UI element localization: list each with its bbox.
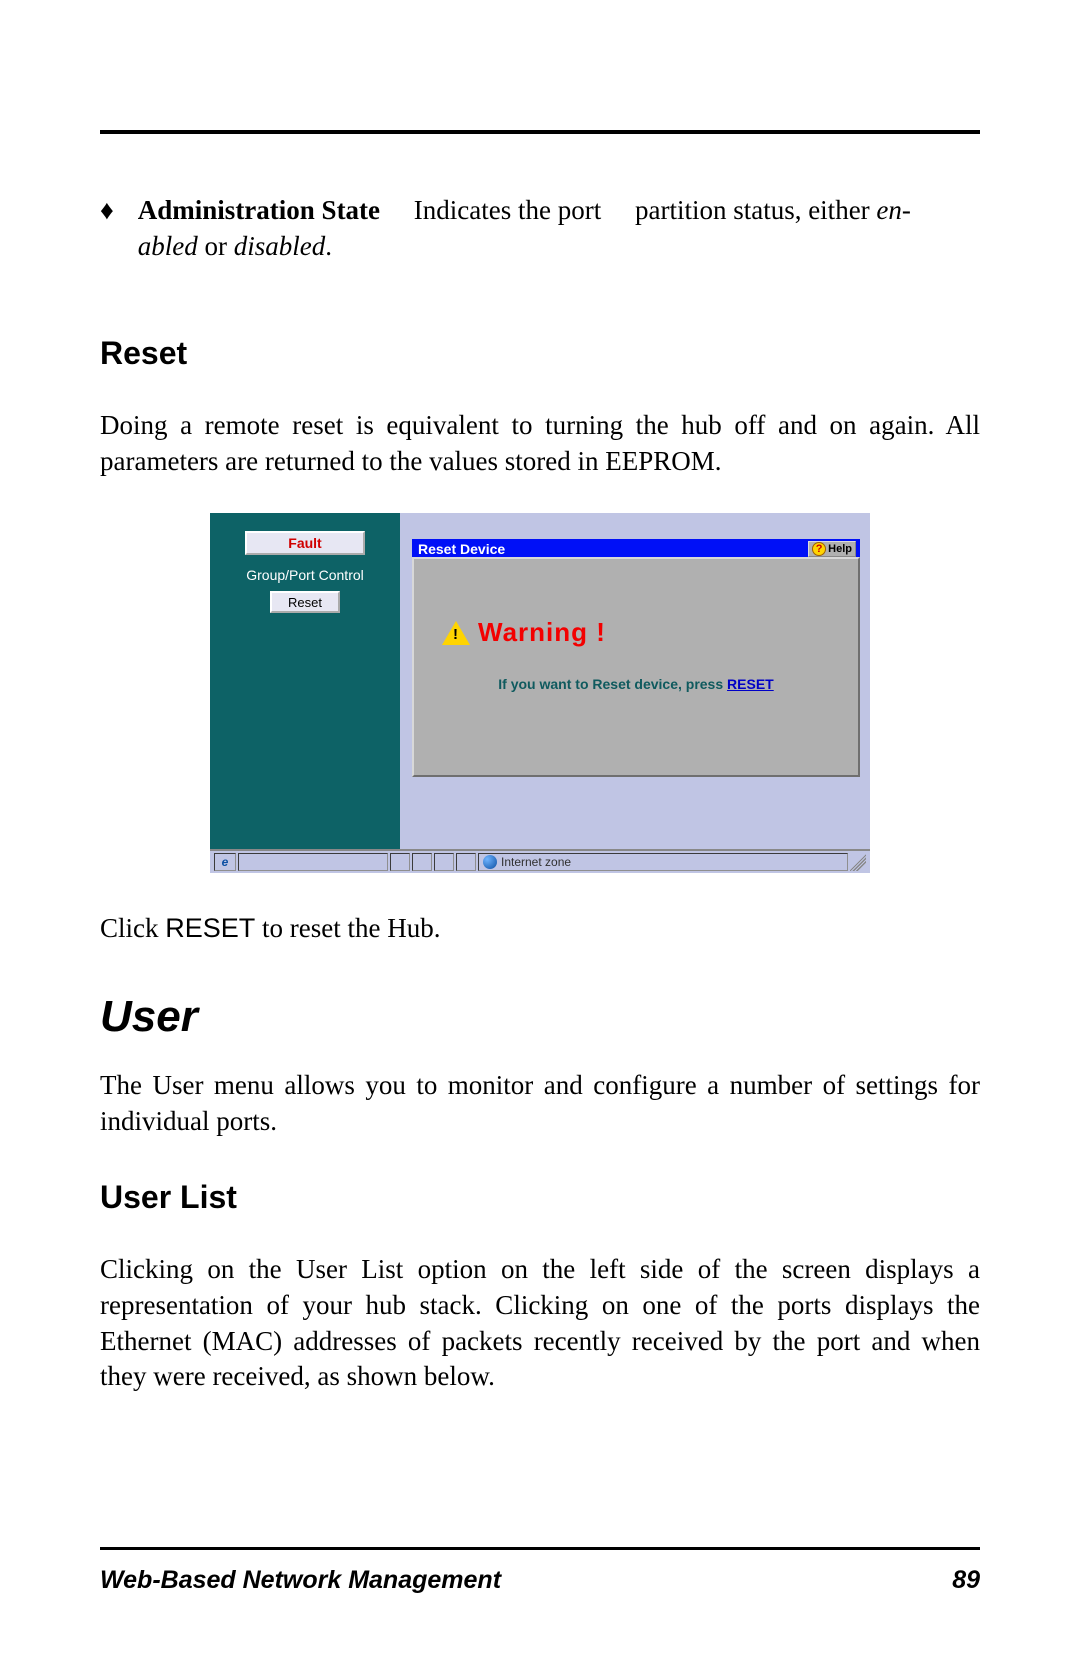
status-cell (456, 853, 476, 871)
reset-para: Doing a remote reset is equivalent to tu… (100, 408, 980, 479)
click-reset-line: Click RESET to reset the Hub. (100, 913, 980, 944)
bullet-text: Administration State Indicates the port … (138, 192, 980, 265)
heading-user-list: User List (100, 1179, 980, 1216)
bullet-item: ♦ Administration State Indicates the por… (100, 192, 980, 265)
panel-titlebar: Reset Device ? Help (412, 539, 860, 559)
click-reset-pre: Click (100, 913, 165, 943)
status-zone-text: Internet zone (501, 855, 571, 869)
top-rule (100, 130, 980, 134)
help-icon: ? (812, 542, 826, 556)
click-reset-post: to reset the Hub. (255, 913, 440, 943)
warning-text: Warning ! (478, 617, 606, 648)
status-cell (238, 853, 388, 871)
help-label: Help (828, 543, 852, 555)
app-main: Fault Group/Port Control Reset Reset Dev… (210, 513, 870, 849)
sidebar-reset-button[interactable]: Reset (270, 591, 340, 613)
bullet-em2: abled (138, 231, 198, 261)
status-bar: e Internet zone (210, 849, 870, 873)
bullet-or: or (198, 231, 234, 261)
bullet-mid: Indicates the port (414, 195, 601, 225)
panel-area: Reset Device ? Help Warning ! If you wan… (400, 513, 870, 849)
footer: Web-Based Network Management 89 (100, 1547, 980, 1595)
footer-title: Web-Based Network Management (100, 1566, 501, 1595)
warning-row: Warning ! (442, 617, 858, 648)
warning-message: If you want to Reset device, press RESET (414, 676, 858, 692)
user-list-para: Clicking on the User List option on the … (100, 1252, 980, 1395)
panel-body: Warning ! If you want to Reset device, p… (412, 557, 860, 777)
bullet-tail1: partition status, either (635, 195, 876, 225)
status-cell (390, 853, 410, 871)
sidebar-label-group-port: Group/Port Control (246, 567, 364, 583)
bullet-em1: en- (876, 195, 910, 225)
bullet-em3: disabled (234, 231, 326, 261)
status-cell (412, 853, 432, 871)
resize-grip-icon[interactable] (850, 853, 866, 871)
bullet-diamond-icon: ♦ (100, 192, 114, 265)
page-number: 89 (952, 1566, 980, 1595)
reset-link[interactable]: RESET (727, 676, 774, 692)
status-cell (434, 853, 454, 871)
bottom-rule (100, 1547, 980, 1550)
warning-msg-pre: If you want to Reset device, press (498, 676, 727, 692)
help-button[interactable]: ? Help (808, 541, 856, 557)
bullet-dot: . (325, 231, 332, 261)
heading-user: User (100, 992, 980, 1042)
heading-reset: Reset (100, 335, 980, 372)
bullet-term: Administration State (138, 195, 380, 225)
user-para: The User menu allows you to monitor and … (100, 1068, 980, 1139)
screenshot: Fault Group/Port Control Reset Reset Dev… (100, 513, 980, 873)
app-window: Fault Group/Port Control Reset Reset Dev… (210, 513, 870, 873)
warning-icon (442, 621, 470, 645)
globe-icon (483, 855, 497, 869)
panel-title-text: Reset Device (418, 541, 505, 557)
status-zone: Internet zone (478, 853, 848, 871)
fault-button[interactable]: Fault (245, 531, 365, 555)
click-reset-word: RESET (165, 913, 255, 943)
sidebar: Fault Group/Port Control Reset (210, 513, 400, 849)
ie-icon: e (214, 853, 236, 871)
